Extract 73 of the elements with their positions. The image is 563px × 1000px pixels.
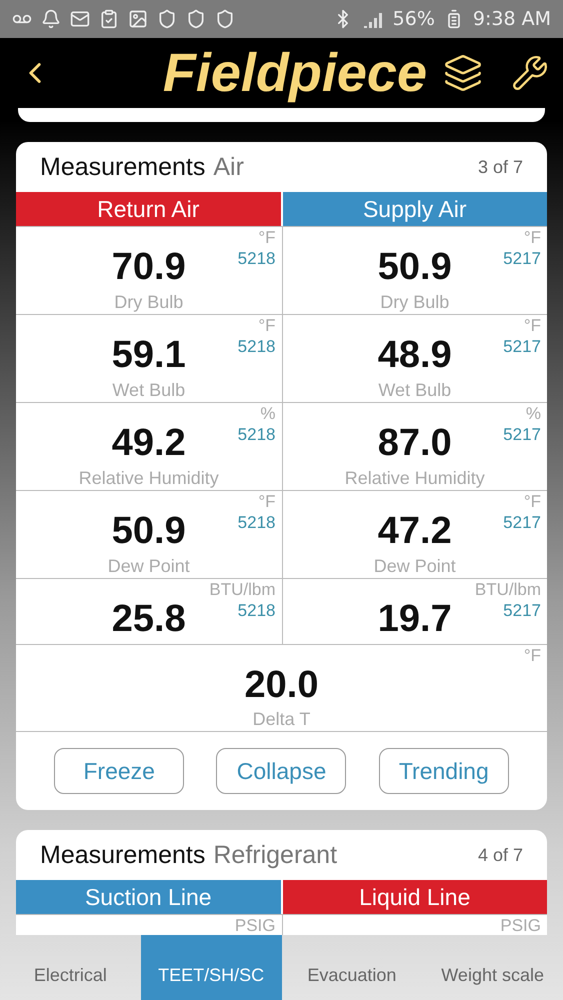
shield-icon [186,9,206,29]
measurement-value: 70.9 [112,245,186,290]
measurement-value: 47.2 [378,509,452,554]
measurement-label: Dew Point [108,556,190,578]
unit-label: °F [258,229,276,245]
measurement-value: 48.9 [378,333,452,378]
page-count: 4 of 7 [478,844,523,866]
device-id: 5217 [503,601,541,621]
unit-label: °F [524,647,541,663]
device-id: 5218 [238,249,276,269]
unit-label: BTU/lbm [209,581,276,597]
card-title: Measurements [40,840,206,870]
column-header: Liquid Line [282,880,547,914]
bell-icon [41,9,61,29]
unit-label: BTU/lbm [474,581,541,597]
measurement-value: 19.7 [378,597,452,642]
nav-tab[interactable]: Evacuation [282,935,422,1000]
action-button[interactable]: Freeze [54,748,184,794]
clipboard-icon [99,9,119,29]
measurement-value: 20.0 [244,663,318,708]
device-id: 5218 [238,513,276,533]
unit-label: °F [258,317,276,333]
device-id: 5218 [238,601,276,621]
measurement-value: 50.9 [112,509,186,554]
measurement-value: 50.9 [378,245,452,290]
measurement-value: 59.1 [112,333,186,378]
signal-icon [362,10,384,28]
device-id: 5217 [503,513,541,533]
logo: Fieldpiece [162,42,427,104]
nav-tab[interactable]: TEET/SH/SC [140,935,282,1000]
shield-icon [215,9,235,29]
device-id: 5217 [503,337,541,357]
battery-percent: 56% [392,8,435,30]
measurement-label: Relative Humidity [78,468,219,490]
measurement-value: 25.8 [112,597,186,642]
action-button[interactable]: Trending [378,748,509,794]
shield-icon [157,9,177,29]
card-subtitle: Air [213,152,244,182]
action-button[interactable]: Collapse [216,748,346,794]
unit-label: % [526,405,541,421]
column-header: Return Air [16,192,280,226]
column-header: Suction Line [16,880,280,914]
card-title: Measurements [40,152,206,182]
device-id: 5218 [238,337,276,357]
clock: 9:38 AM [472,8,551,30]
page-count: 3 of 7 [478,156,523,178]
unit-label: °F [524,229,541,245]
unit-label: % [260,405,276,421]
measurement-label: Dry Bulb [380,292,450,314]
measurement-label: Delta T [252,709,310,731]
unit-label: °F [258,493,276,509]
measurement-label: Dry Bulb [114,292,184,314]
device-id: 5218 [238,425,276,445]
mail-icon [70,9,90,29]
unit-label: PSIG [500,917,541,933]
device-id: 5217 [503,249,541,269]
measurement-label: Wet Bulb [378,380,452,402]
nav-tab[interactable]: Electrical [0,935,141,1000]
image-icon [128,9,148,29]
layers-icon[interactable] [443,53,483,93]
unit-label: PSIG [234,917,276,933]
nav-tab[interactable]: Weight scale [422,935,563,1000]
measurement-value: 87.0 [378,421,452,466]
card-subtitle: Refrigerant [213,840,338,870]
unit-label: °F [524,493,541,509]
device-id: 5217 [503,425,541,445]
measurement-value: 49.2 [112,421,186,466]
unit-label: °F [524,317,541,333]
measurement-label: Dew Point [374,556,456,578]
measurement-label: Relative Humidity [344,468,485,490]
measurement-label: Wet Bulb [112,380,186,402]
wrench-icon[interactable] [511,54,549,92]
column-header: Supply Air [282,192,547,226]
